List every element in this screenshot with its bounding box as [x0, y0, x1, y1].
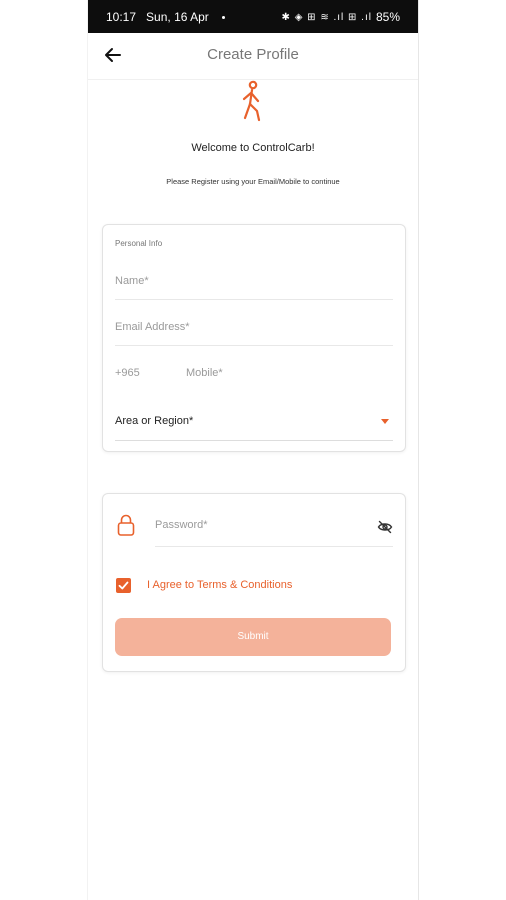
status-indicators: ✱ ◈ ⊞ ≋ .ıl ⊞ .ıl 85% [282, 10, 400, 24]
email-field[interactable]: Email Address* [115, 309, 393, 346]
welcome-heading: Welcome to ControlCarb! [191, 142, 315, 154]
security-card: Password* I Agree to Terms & Conditions … [102, 493, 406, 672]
register-subtitle: Please Register using your Email/Mobile … [166, 177, 340, 186]
mobile-placeholder: Mobile* [186, 367, 223, 379]
personal-info-card: Personal Info Name* Email Address* +965 … [102, 224, 406, 452]
status-time-date: 10:17 Sun, 16 Apr [106, 10, 226, 24]
terms-checkbox[interactable] [116, 578, 131, 593]
walking-person-logo-icon [242, 80, 261, 122]
area-region-dropdown[interactable]: Area or Region* [115, 403, 393, 441]
app-bar: Create Profile [88, 33, 418, 80]
mobile-field[interactable]: +965 Mobile* [115, 355, 393, 391]
area-region-value: Area or Region* [115, 415, 194, 427]
notification-dot-icon [222, 16, 226, 19]
email-placeholder: Email Address* [115, 321, 190, 333]
app-screen: 10:17 Sun, 16 Apr ✱ ◈ ⊞ ≋ .ıl ⊞ .ıl 85% … [88, 0, 418, 900]
submit-button[interactable]: Submit [115, 618, 391, 656]
status-bar: 10:17 Sun, 16 Apr ✱ ◈ ⊞ ≋ .ıl ⊞ .ıl 85% [88, 0, 418, 33]
terms-label[interactable]: I Agree to Terms & Conditions [147, 579, 292, 591]
name-field[interactable]: Name* [115, 263, 393, 300]
section-label-personal-info: Personal Info [115, 239, 163, 248]
name-placeholder: Name* [115, 275, 149, 287]
password-placeholder: Password* [155, 519, 208, 531]
page-title: Create Profile [207, 46, 299, 63]
dropdown-caret-icon [381, 419, 389, 424]
status-date: Sun, 16 Apr [146, 10, 209, 24]
status-time: 10:17 [106, 10, 137, 24]
lock-icon [117, 514, 135, 536]
battery-level: 85% [375, 10, 400, 24]
password-field[interactable]: Password* [155, 510, 393, 547]
country-code[interactable]: +965 [115, 367, 140, 379]
status-icons: ✱ ◈ ⊞ ≋ .ıl ⊞ .ıl [281, 11, 372, 23]
hide-password-eye-icon[interactable] [377, 519, 393, 535]
